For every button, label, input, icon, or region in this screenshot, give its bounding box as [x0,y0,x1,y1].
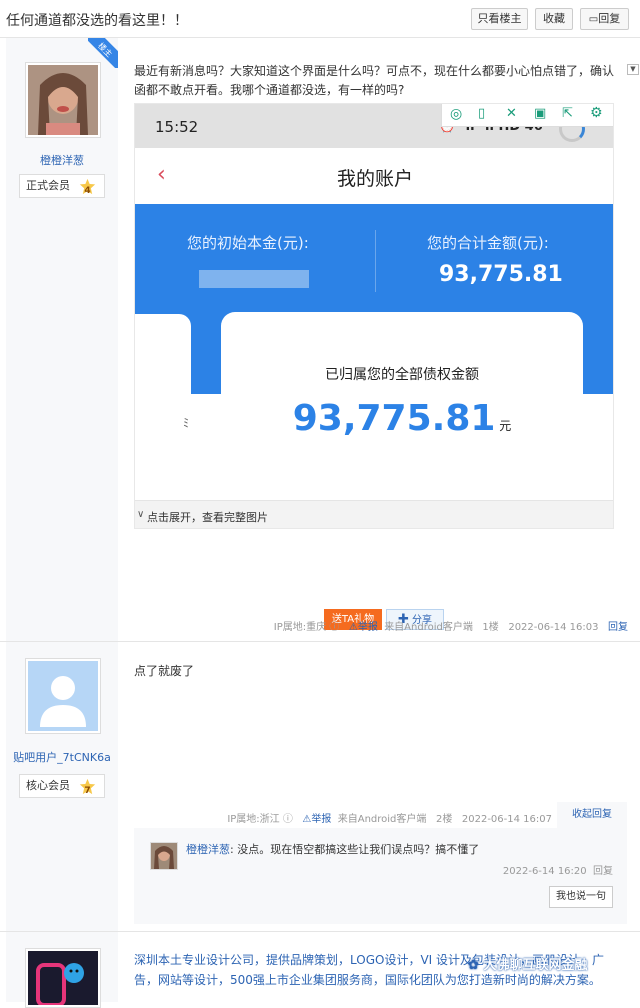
total-amount-label: 您的合计金额(元): [427,234,549,252]
avatar[interactable] [25,658,101,734]
client-source: 来自Android客户端 [337,814,427,825]
ip-location: IP属地:重庆 [273,622,327,633]
reply-button[interactable]: ▭回复 [580,8,629,30]
phone-time: 15:52 [155,118,199,136]
post-time: 2022-06-14 16:03 [508,622,599,633]
post-floor-1: 橙橙洋葱 正式会员 4 楼主 ▼ 最近有新消息吗？大家知道这个界面是什么吗？可点… [0,38,640,642]
floor-number: 2楼 [435,814,453,825]
sub-reply-box: 橙橙洋葱: 没点。现在悟空都搞这些让我们误点吗？搞不懂了 2022-6-14 1… [134,828,627,924]
sub-reply-text: : 没点。现在悟空都搞这些让我们误点吗？搞不懂了 [230,843,480,856]
floor-number: 1楼 [482,622,499,633]
level-number: 7 [84,786,91,796]
post-floor-2: 贴吧用户_7tCNK6a 核心会员 7 点了就废了 IP属地:浙江 ⓘ ⚠举报 … [0,642,640,932]
search-icon[interactable]: ◎ [450,106,462,122]
share-icon[interactable]: ⇱ [562,106,573,121]
level-badge: 正式会员 4 [19,174,105,198]
level-number: 4 [84,186,91,196]
avatar[interactable] [25,62,101,138]
summary-divider [375,230,376,292]
post-time: 2022-06-14 16:07 [461,814,552,825]
post-text: 点了就废了 [134,664,195,678]
post-meta: IP属地:浙江 ⓘ ⚠举报 来自Android客户端 2楼 2022-06-14… [227,810,552,825]
initial-amount-label: 您的初始本金(元): [187,234,309,252]
save-icon[interactable]: ▣ [534,106,546,121]
ip-location: IP属地:浙江 [227,814,280,825]
expand-image-bar[interactable]: ∨ 点击展开，查看完整图片 [135,500,613,528]
level-title: 核心会员 [26,779,70,792]
claim-card: 已归属您的全部债权金额 93,775.81 元 [221,312,583,512]
client-source: 来自Android客户端 [384,622,473,633]
expand-image-text: 点击展开，查看完整图片 [147,511,268,524]
post-content: 最近有新消息吗？大家知道这个界面是什么吗？可点不，现在什么都要小心怕点错了，确认… [134,62,628,630]
author-name[interactable]: 橙橙洋葱 [6,152,118,168]
author-sidebar: 橙橙洋葱 正式会员 4 [6,38,118,641]
post-text: 最近有新消息吗？大家知道这个界面是什么吗？可点不，现在什么都要小心怕点错了，确认… [134,64,615,97]
chevron-down-icon: ∨ [137,509,145,520]
dropdown-icon[interactable]: ▼ [627,64,639,75]
collapse-reply-tab[interactable]: 收起回复 [557,802,627,828]
thread-header: 任何通道都没选的看这里！！ 只看楼主 收藏 ▭回复 [0,0,640,38]
sub-reply-avatar[interactable] [150,842,178,870]
total-amount-value: 93,775.81 [439,262,563,287]
help-icon: ⓘ [329,622,340,633]
favorite-button[interactable]: 收藏 [535,8,573,30]
level-star-icon: 4 [79,178,96,196]
thread-title: 任何通道都没选的看这里！！ [6,13,188,29]
level-star-icon: 7 [79,778,96,796]
watermark: ✿ 大佛聊互联网金融 [468,958,588,973]
author-sidebar: 贴吧用户_7tCNK6a 核心会员 7 [6,642,118,931]
help-icon: ⓘ [282,814,293,825]
ad-logo[interactable] [25,948,101,1008]
expand-icon[interactable]: ✕ [506,106,517,121]
phone-icon[interactable]: ▯ [478,106,485,121]
image-toolbar: ◎ ▯ ✕ ▣ ⇱ ⚙ [441,104,613,127]
post-content: 点了就废了 [134,662,628,679]
post-meta: IP属地:重庆 ⓘ ⚠举报 来自Android客户端 1楼 2022-06-14… [274,618,628,633]
settings-icon[interactable]: ⚙ [590,105,603,121]
sub-reply-content: 橙橙洋葱: 没点。现在悟空都搞这些让我们误点吗？搞不懂了 [186,841,479,857]
sub-reply-user[interactable]: 橙橙洋葱 [186,843,230,856]
sub-reply-meta: 2022-6-14 16:20 回复 [503,862,613,877]
phone-nav-bar: ‹ 我的账户 [135,148,613,204]
op-badge: 楼主 [88,38,118,68]
report-link[interactable]: 举报 [358,622,378,633]
only-op-button[interactable]: 只看楼主 [471,8,528,30]
warning-icon: ⚠ [348,622,358,633]
wechat-icon: ✿ [468,958,479,973]
claim-value: 93,775.81 元 [292,398,512,439]
claim-label: 已归属您的全部债权金额 [325,367,479,383]
level-badge: 核心会员 7 [19,774,105,798]
author-name[interactable]: 贴吧用户_7tCNK6a [6,749,118,765]
left-card: ﾐ [135,314,191,500]
post-image[interactable]: 15:52 ⏰ ᵃll ᵃll HD 46 ◎ ▯ ✕ ▣ ⇱ ⚙ ‹ 我的账户… [134,103,614,529]
phone-page-title: 我的账户 [336,168,413,190]
reply-button-label: 回复 [598,12,621,25]
sub-reply-reply-link[interactable]: 回复 [593,866,613,877]
blurred-amount [199,270,309,288]
report-link[interactable]: 举报 [311,814,331,825]
reply-link[interactable]: 回复 [608,622,628,633]
comment-icon: ▭ [588,14,599,25]
say-something-button[interactable]: 我也说一句 [549,886,613,908]
sub-reply-time: 2022-6-14 16:20 [502,866,587,877]
level-title: 正式会员 [26,179,70,192]
